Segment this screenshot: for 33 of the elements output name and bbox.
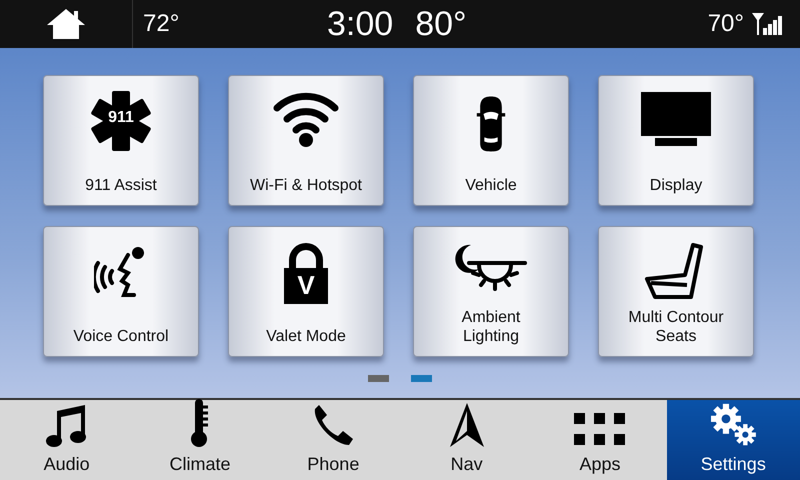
icon-label: V xyxy=(296,270,316,302)
nav-tab[interactable]: Nav xyxy=(400,400,534,480)
icon-label: 911 xyxy=(107,108,135,128)
thermometer-icon xyxy=(188,399,211,447)
nav-tab[interactable]: Settings xyxy=(666,400,800,480)
music-note-icon xyxy=(44,403,89,447)
nav-tab[interactable]: Phone xyxy=(266,400,400,480)
cabin-temperature: 70° xyxy=(708,9,744,39)
nav-tab[interactable]: Climate xyxy=(133,400,267,480)
settings-icon xyxy=(708,403,758,447)
monitor-icon xyxy=(641,90,711,148)
home-icon xyxy=(46,8,86,40)
nav-tab[interactable]: Apps xyxy=(533,400,667,480)
settings-tile[interactable]: Voice Control xyxy=(43,226,199,357)
outside-temperature: 80° xyxy=(415,4,467,44)
navigation-arrow-icon xyxy=(450,403,484,447)
padlock-icon xyxy=(283,241,329,305)
signal-icon xyxy=(752,11,784,37)
settings-tile[interactable]: Wi-Fi & Hotspot xyxy=(228,75,384,206)
wifi-icon xyxy=(273,90,339,148)
settings-tile[interactable]: Vehicle xyxy=(413,75,569,206)
cabin-temperature: 72° xyxy=(143,9,180,39)
settings-tile[interactable]: Ambient Lighting xyxy=(413,226,569,357)
settings-tile[interactable]: V Valet Mode xyxy=(228,226,384,357)
settings-tile[interactable]: Multi Contour Seats xyxy=(598,226,754,357)
settings-tile[interactable]: Display xyxy=(598,75,754,206)
nav-tab[interactable]: Audio xyxy=(0,400,134,480)
page-indicator[interactable] xyxy=(411,375,432,382)
star-of-life-icon xyxy=(91,90,151,152)
settings-tile[interactable]: 911 911 Assist xyxy=(43,75,199,206)
page-indicator[interactable] xyxy=(368,375,389,382)
app-grid-icon xyxy=(574,413,626,447)
clock: 3:00 xyxy=(327,4,394,44)
